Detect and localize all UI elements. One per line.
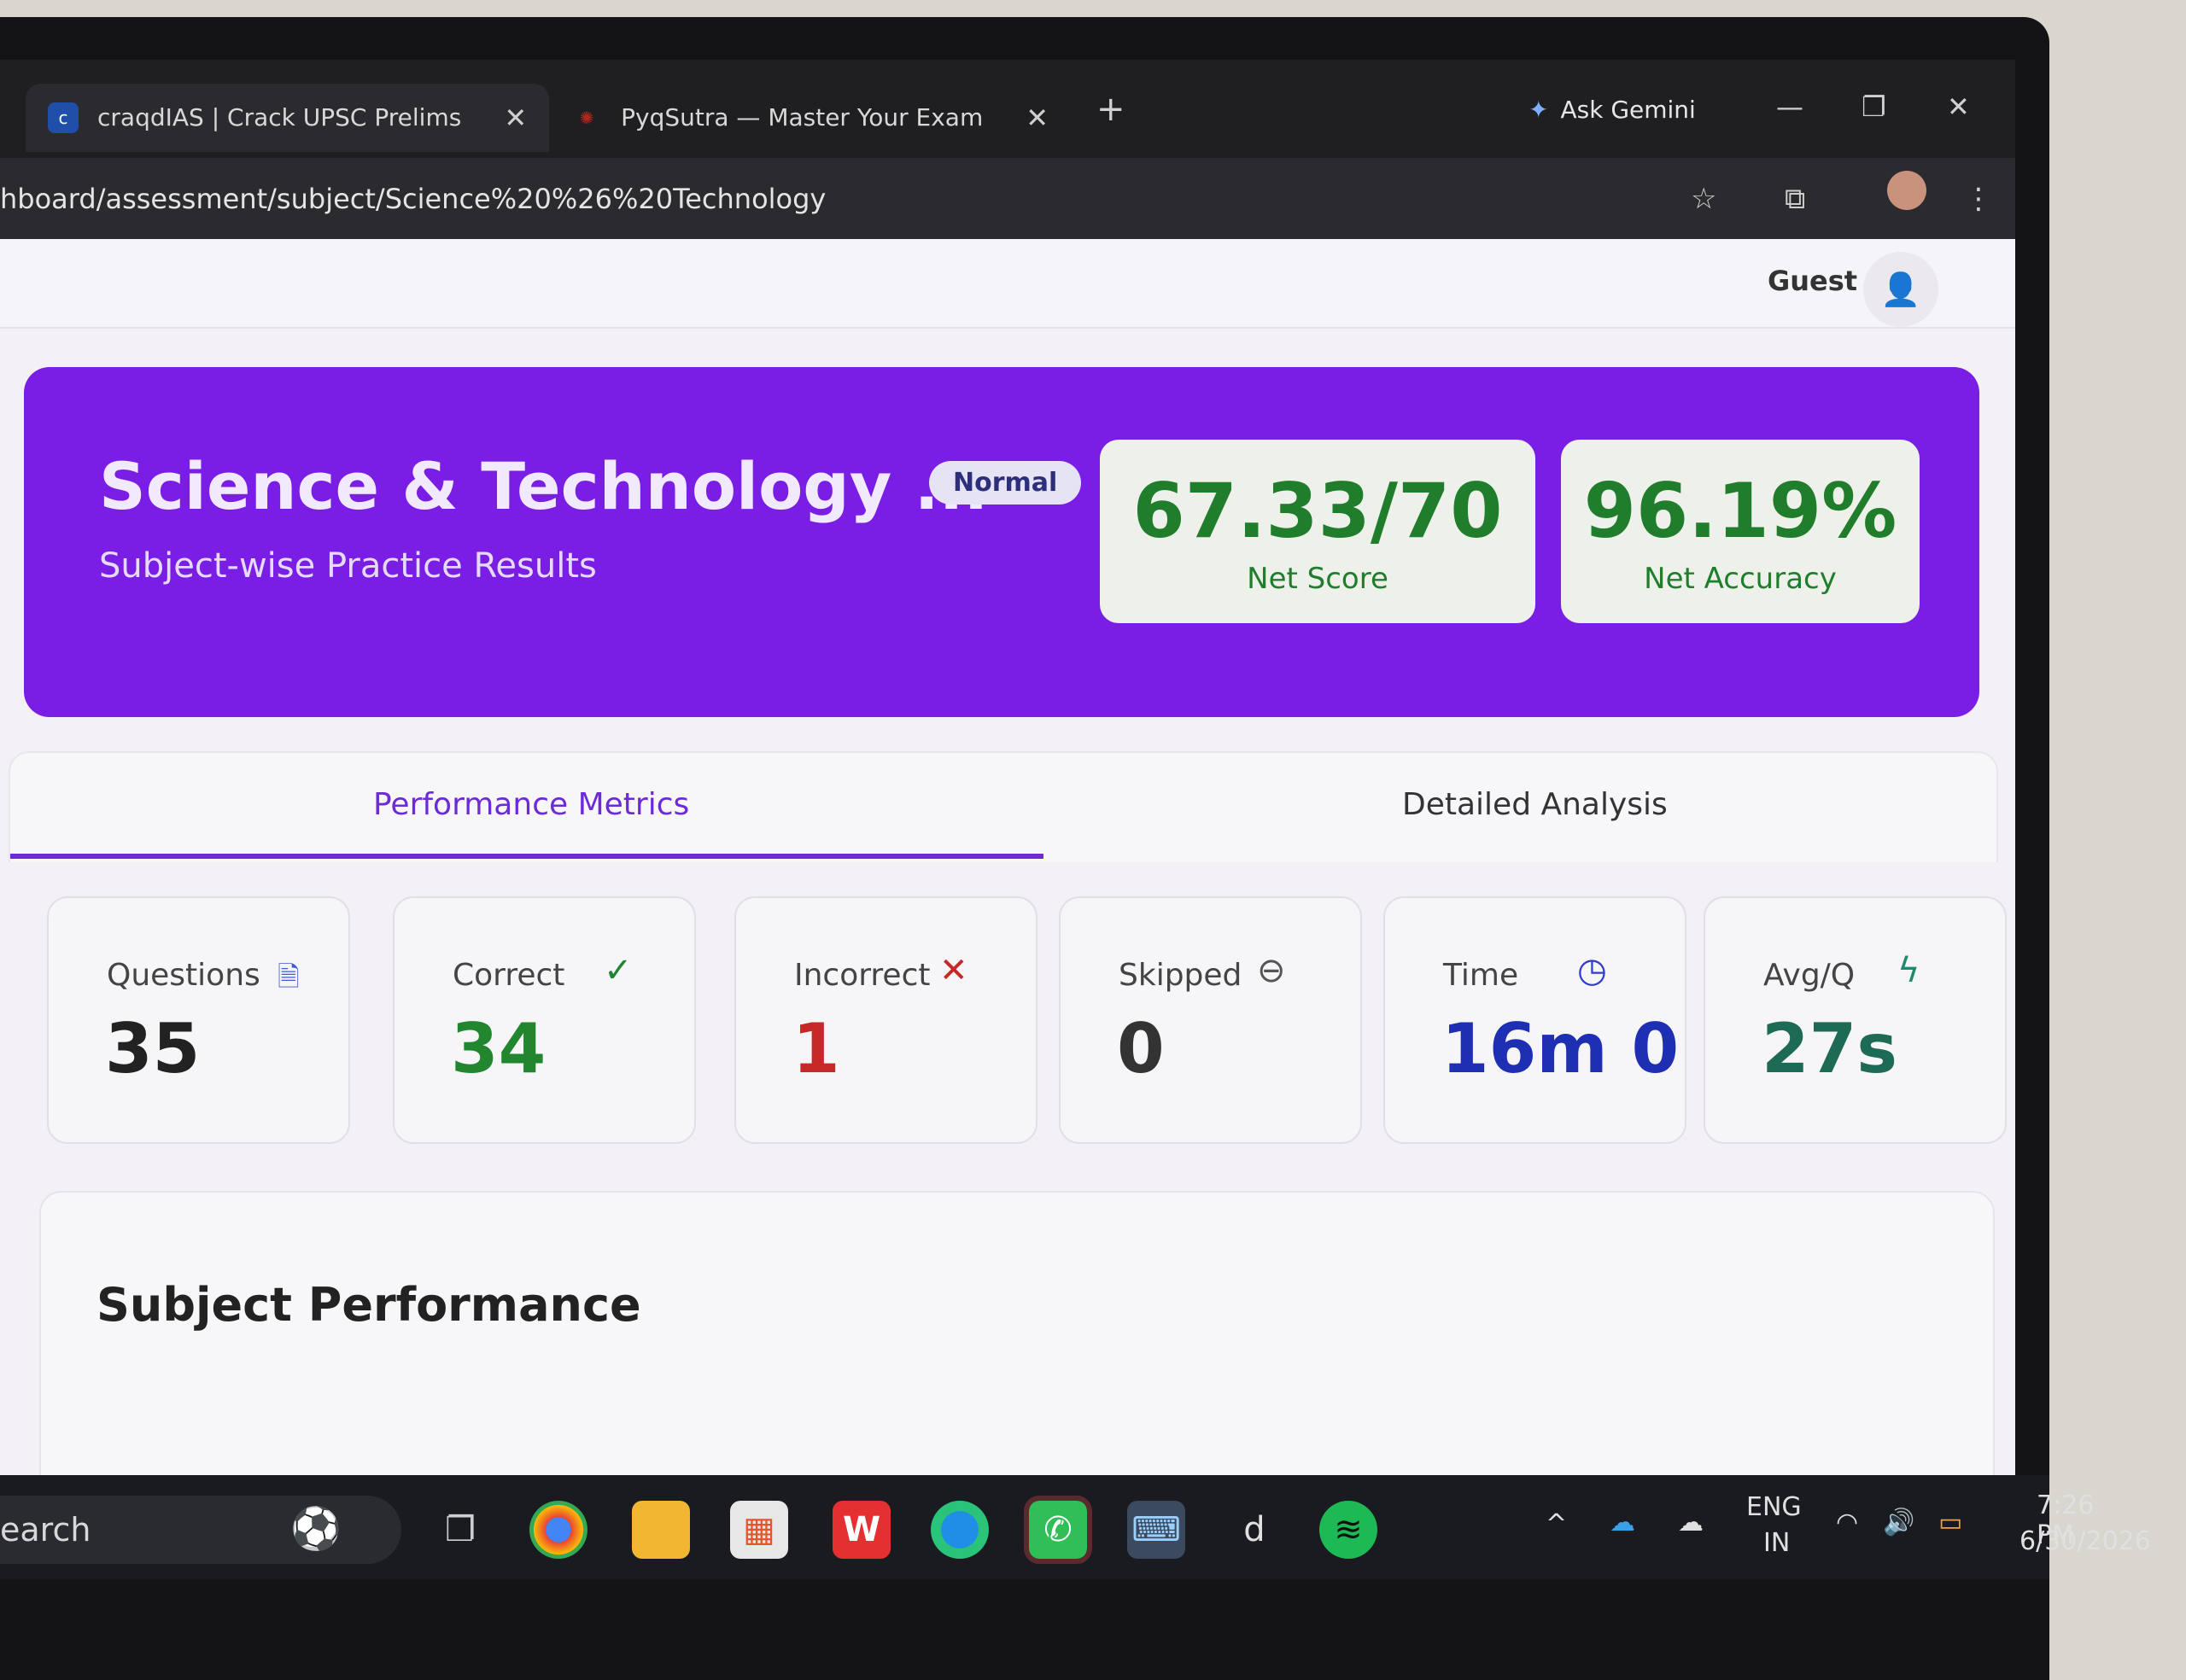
net-accuracy-value: 96.19%	[1583, 467, 1897, 555]
metric-value: 1	[792, 1009, 840, 1088]
metric-value: 35	[105, 1009, 201, 1088]
minimize-icon[interactable]: —	[1776, 90, 1803, 123]
metric-time: Time ◷ 16m 0	[1383, 896, 1686, 1144]
tab-performance-metrics[interactable]: Performance Metrics	[373, 787, 689, 822]
profile-avatar[interactable]	[1887, 171, 1926, 210]
clock-icon: ◷	[1577, 951, 1607, 990]
search-text: earch	[0, 1511, 91, 1549]
check-icon: ✓	[604, 951, 633, 990]
url-text[interactable]: hboard/assessment/subject/Science%20%26%…	[0, 183, 826, 215]
bookmark-star-icon[interactable]: ☆	[1691, 182, 1716, 216]
bottom-bezel	[0, 1579, 2049, 1680]
windows-taskbar: earch ⚽ ❐ ▦ W ✆ ⌨ d ≋ ^ ☁ ☁ ENG IN ◠ 🔊 ▭…	[0, 1475, 2151, 1579]
file-explorer-icon[interactable]	[632, 1501, 690, 1559]
whatsapp-icon[interactable]: ✆	[1024, 1496, 1092, 1564]
close-tab-icon[interactable]: ✕	[1026, 102, 1049, 134]
edge-icon[interactable]	[931, 1501, 989, 1559]
cloud-icon[interactable]: ☁	[1678, 1508, 1704, 1537]
net-accuracy-card: 96.19% Net Accuracy	[1561, 440, 1920, 623]
minus-circle-icon: ⊖	[1257, 951, 1286, 990]
metric-value: 34	[451, 1009, 546, 1088]
metric-label: Time	[1443, 958, 1519, 993]
chrome-icon[interactable]	[529, 1501, 587, 1559]
taskbar-search[interactable]: earch ⚽	[0, 1496, 401, 1564]
d-app-icon[interactable]: d	[1225, 1501, 1283, 1559]
ask-gemini-label: Ask Gemini	[1560, 96, 1696, 124]
metric-correct: Correct ✓ 34	[393, 896, 696, 1144]
tab-detailed-analysis[interactable]: Detailed Analysis	[1402, 787, 1668, 822]
ask-gemini-button[interactable]: ✦ Ask Gemini	[1528, 96, 1696, 124]
browser-tab-pyqsutra[interactable]: ✺ PyqSutra — Master Your Exam ✕	[549, 84, 1071, 152]
app-topbar: Guest 👤	[0, 239, 2015, 329]
metric-skipped: Skipped ⊖ 0	[1059, 896, 1362, 1144]
results-tabs: Performance Metrics Detailed Analysis	[9, 751, 1998, 862]
page-title: Science & Technology ...	[99, 448, 989, 524]
metric-avg-per-question: Avg/Q ϟ 27s	[1704, 896, 2007, 1144]
pyqsutra-favicon-icon: ✺	[579, 107, 594, 128]
metric-value: 27s	[1762, 1009, 1897, 1088]
screen: c craqdIAS | Crack UPSC Prelims ✕ ✺ PyqS…	[0, 60, 2015, 1579]
browser-tabbar: c craqdIAS | Crack UPSC Prelims ✕ ✺ PyqS…	[0, 60, 2015, 158]
craqdias-favicon-icon: c	[48, 102, 79, 133]
metric-incorrect: Incorrect ✕ 1	[734, 896, 1037, 1144]
tab-title: PyqSutra — Master Your Exam	[621, 103, 984, 131]
browser-tab-craqdias[interactable]: c craqdIAS | Crack UPSC Prelims ✕	[26, 83, 550, 152]
cross-icon: ✕	[939, 951, 968, 990]
page-subtitle: Subject-wise Practice Results	[99, 546, 597, 586]
window-close-icon[interactable]: ✕	[1947, 90, 1970, 123]
close-tab-icon[interactable]: ✕	[504, 102, 527, 134]
extensions-icon[interactable]: ⧉	[1785, 182, 1805, 216]
lightning-icon: ϟ	[1897, 951, 1920, 990]
battery-icon[interactable]: ▭	[1938, 1508, 1962, 1537]
keyboard-app-icon[interactable]: ⌨	[1127, 1501, 1185, 1559]
region-code[interactable]: IN	[1763, 1528, 1790, 1558]
gemini-star-icon: ✦	[1528, 96, 1549, 124]
menu-dots-icon[interactable]: ⋮	[1964, 182, 1993, 216]
user-name: Guest	[1768, 265, 1858, 297]
metric-label: Skipped	[1119, 958, 1242, 993]
results-hero-banner: Science & Technology ... Subject-wise Pr…	[24, 367, 1979, 717]
net-accuracy-label: Net Accuracy	[1644, 562, 1837, 596]
tab-title: craqdIAS | Crack UPSC Prelims	[97, 103, 462, 131]
microsoft-store-icon[interactable]: ▦	[730, 1501, 788, 1559]
metric-label: Questions	[107, 958, 260, 993]
net-score-label: Net Score	[1247, 562, 1388, 596]
metric-questions: Questions 🗎 35	[47, 896, 350, 1144]
new-tab-button[interactable]: +	[1096, 90, 1125, 129]
restore-icon[interactable]: ❐	[1862, 90, 1886, 123]
language-code[interactable]: ENG	[1746, 1492, 1802, 1522]
metric-label: Incorrect	[794, 958, 931, 993]
page-content: Guest 👤 Science & Technology ... Subject…	[0, 239, 2015, 1579]
metric-value: 0	[1117, 1009, 1165, 1088]
metric-label: Correct	[453, 958, 565, 993]
chevron-up-icon[interactable]: ^	[1546, 1509, 1567, 1539]
football-icon: ⚽	[290, 1505, 342, 1553]
active-tab-indicator	[10, 854, 1043, 859]
clock-date[interactable]: 6/30/2026	[2019, 1526, 2151, 1556]
net-score-card: 67.33/70 Net Score	[1100, 440, 1535, 623]
metric-label: Avg/Q	[1763, 958, 1856, 993]
onedrive-icon[interactable]: ☁	[1610, 1508, 1635, 1537]
section-title: Subject Performance	[96, 1278, 641, 1332]
volume-icon[interactable]: 🔊	[1883, 1508, 1914, 1537]
net-score-value: 67.33/70	[1132, 467, 1503, 555]
task-view-icon[interactable]: ❐	[431, 1501, 489, 1559]
user-icon[interactable]: 👤	[1863, 252, 1938, 327]
document-icon: 🗎	[278, 960, 300, 993]
wifi-icon[interactable]: ◠	[1836, 1508, 1858, 1537]
spotify-icon[interactable]: ≋	[1319, 1501, 1377, 1559]
difficulty-badge: Normal	[929, 461, 1082, 505]
metric-value: 16m 0	[1441, 1009, 1680, 1088]
wps-office-icon[interactable]: W	[833, 1501, 891, 1559]
